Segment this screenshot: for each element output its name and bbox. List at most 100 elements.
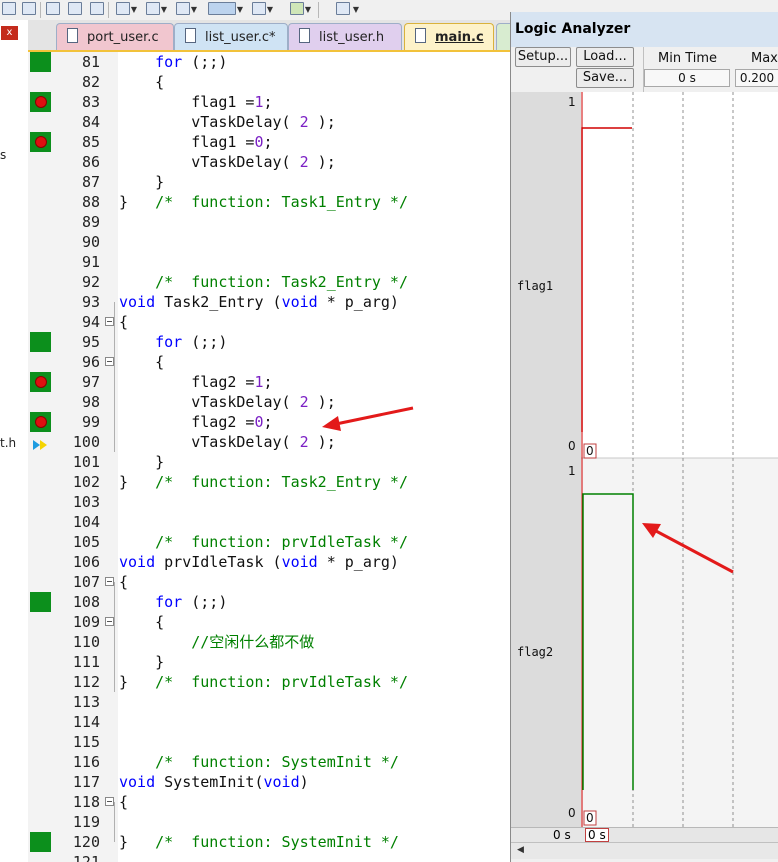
serial-window-icon[interactable] (116, 2, 130, 15)
setup-button[interactable]: Setup... (515, 47, 571, 67)
logic-analyzer-titlebar[interactable]: Logic Analyzer (511, 12, 778, 47)
flag2-row-bg (581, 458, 778, 827)
tab-label: list_user.h (319, 30, 385, 45)
tab-port-user-c[interactable]: port_user.c (56, 23, 174, 50)
code-line[interactable]: 99 flag2 =0; (28, 412, 510, 432)
scroll-left-icon[interactable]: ◀ (517, 845, 524, 855)
breakpoint-icon[interactable] (35, 136, 47, 148)
fold-toggle-icon[interactable] (105, 357, 114, 366)
fold-toggle-icon[interactable] (105, 317, 114, 326)
chevron-down-icon[interactable]: ▼ (352, 2, 360, 17)
code-line[interactable]: 113 (28, 692, 510, 712)
memory-icon[interactable] (90, 2, 104, 15)
code-line[interactable]: 90 (28, 232, 510, 252)
breakpoint-icon[interactable] (35, 96, 47, 108)
code-line[interactable]: 92 /* function: Task2_Entry */ (28, 272, 510, 292)
code-line[interactable]: 115 (28, 732, 510, 752)
chevron-down-icon[interactable]: ▼ (304, 2, 312, 17)
code-line[interactable]: 100 vTaskDelay( 2 ); (28, 432, 510, 452)
code-line[interactable]: 106 void prvIdleTask (void * p_arg) (28, 552, 510, 572)
code-line[interactable]: 87 } (28, 172, 510, 192)
code-text: { (119, 573, 129, 591)
code-line[interactable]: 82 { (28, 72, 510, 92)
window-icon[interactable] (46, 2, 60, 15)
chevron-down-icon[interactable]: ▼ (160, 2, 168, 17)
project-item-fragment[interactable]: t.h (0, 436, 16, 450)
code-text: vTaskDelay( 2 ); (119, 153, 336, 171)
code-line[interactable]: 108 for (;;) (28, 592, 510, 612)
breakpoint-icon[interactable] (35, 416, 47, 428)
code-line[interactable]: 84 vTaskDelay( 2 ); (28, 112, 510, 132)
horizontal-scrollbar[interactable]: ◀ (511, 842, 778, 859)
code-line[interactable]: 86 vTaskDelay( 2 ); (28, 152, 510, 172)
fold-toggle-icon[interactable] (105, 797, 114, 806)
waveform-area[interactable]: 0 0 (581, 92, 778, 827)
line-number: 105 (72, 533, 100, 551)
code-line[interactable]: 88} /* function: Task1_Entry */ (28, 192, 510, 212)
code-line[interactable]: 112} /* function: prvIdleTask */ (28, 672, 510, 692)
code-line[interactable]: 96 { (28, 352, 510, 372)
code-line[interactable]: 97 flag2 =1; (28, 372, 510, 392)
signal-name-flag2[interactable]: flag2 (517, 645, 553, 659)
tools-icon[interactable] (336, 2, 350, 15)
code-line[interactable]: 93 void Task2_Entry (void * p_arg) (28, 292, 510, 312)
analysis-icon[interactable] (146, 2, 160, 15)
search-icon[interactable] (2, 2, 16, 15)
code-editor[interactable]: 81 for (;;) 82 {83 flag1 =1; 84 vTaskDelay… (28, 52, 510, 862)
breakpoint-icon[interactable] (35, 376, 47, 388)
code-line[interactable]: 81 for (;;) (28, 52, 510, 72)
chevron-down-icon[interactable]: ▼ (236, 2, 244, 17)
code-line[interactable]: 102} /* function: Task2_Entry */ (28, 472, 510, 492)
code-text: vTaskDelay( 2 ); (119, 113, 336, 131)
tab-list-user-h[interactable]: list_user.h (288, 23, 402, 50)
code-line[interactable]: 101 } (28, 452, 510, 472)
code-line[interactable]: 91 (28, 252, 510, 272)
current-line-arrow-icon (32, 436, 50, 450)
max-time-value: 0.200 (735, 69, 778, 87)
code-line[interactable]: 107 { (28, 572, 510, 592)
code-line[interactable]: 105 /* function: prvIdleTask */ (28, 532, 510, 552)
watch-icon[interactable] (68, 2, 82, 15)
code-line[interactable]: 98 vTaskDelay( 2 ); (28, 392, 510, 412)
save-button[interactable]: Save... (576, 68, 634, 88)
fold-toggle-icon[interactable] (105, 577, 114, 586)
code-line[interactable]: 83 flag1 =1; (28, 92, 510, 112)
find-in-files-icon[interactable] (22, 2, 36, 15)
code-line[interactable]: 118 { (28, 792, 510, 812)
code-line[interactable]: 110 //空闲什么都不做 (28, 632, 510, 652)
code-line[interactable]: 89 (28, 212, 510, 232)
fold-toggle-icon[interactable] (105, 617, 114, 626)
chevron-down-icon[interactable]: ▼ (266, 2, 274, 17)
code-line[interactable]: 111 } (28, 652, 510, 672)
code-line[interactable]: 116 /* function: SystemInit */ (28, 752, 510, 772)
line-number: 106 (72, 553, 100, 571)
trace-icon[interactable] (176, 2, 190, 15)
code-line[interactable]: 95 for (;;) (28, 332, 510, 352)
code-line[interactable]: 121 (28, 852, 510, 862)
code-line[interactable]: 94 { (28, 312, 510, 332)
chevron-down-icon[interactable]: ▼ (130, 2, 138, 17)
code-line[interactable]: 104 (28, 512, 510, 532)
system-viewer-icon[interactable] (252, 2, 266, 15)
close-icon[interactable]: x (1, 26, 18, 40)
coverage-marker (30, 592, 51, 612)
code-line[interactable]: 117 void SystemInit(void) (28, 772, 510, 792)
line-number: 120 (72, 833, 100, 851)
line-number: 87 (81, 173, 100, 191)
tab-main-c[interactable]: main.c (404, 23, 494, 50)
tab-list-user-c[interactable]: list_user.c* (174, 23, 288, 50)
load-button[interactable]: Load... (576, 47, 634, 67)
line-number: 84 (81, 113, 100, 131)
code-line[interactable]: 85 flag1 =0; (28, 132, 510, 152)
code-line[interactable]: 119 (28, 812, 510, 832)
code-line[interactable]: 114 (28, 712, 510, 732)
code-line[interactable]: 109 { (28, 612, 510, 632)
chevron-down-icon[interactable]: ▼ (190, 2, 198, 17)
code-line[interactable]: 103 (28, 492, 510, 512)
toolbox-icon[interactable] (290, 2, 304, 15)
signal-name-flag1[interactable]: flag1 (517, 279, 553, 293)
logic-analyzer-icon[interactable] (208, 2, 236, 15)
code-line[interactable]: 120} /* function: SystemInit */ (28, 832, 510, 852)
code-text: { (119, 313, 129, 331)
project-item-fragment[interactable]: s (0, 148, 6, 162)
